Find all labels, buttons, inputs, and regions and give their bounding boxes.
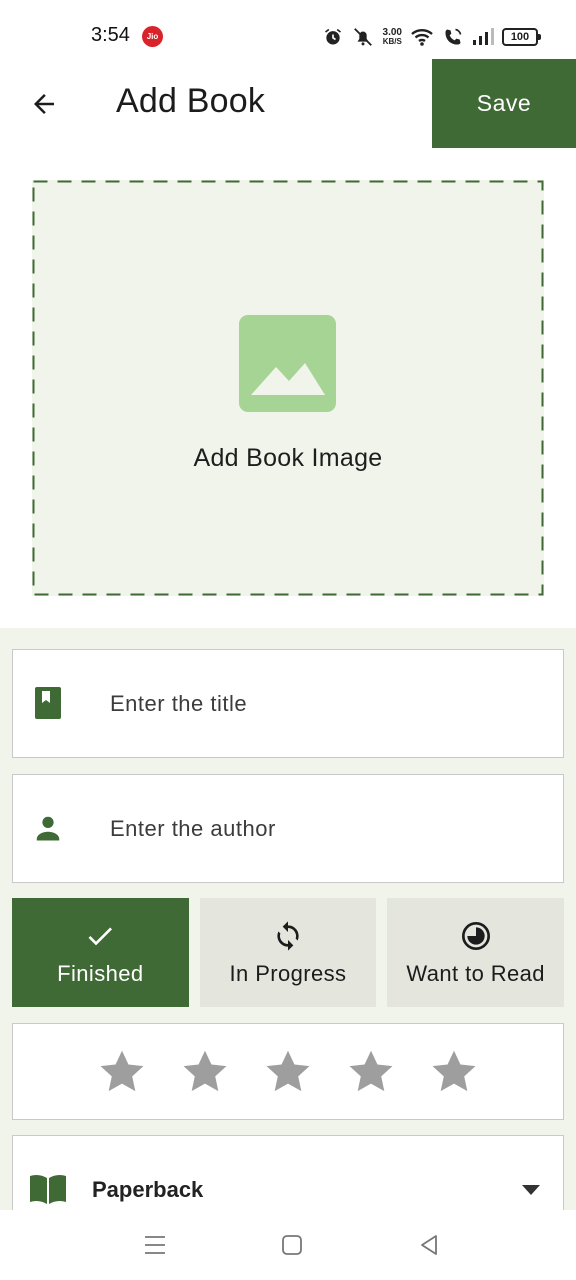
star-icon[interactable] — [180, 1047, 230, 1097]
add-book-image-label: Add Book Image — [193, 444, 383, 472]
system-nav-bar — [0, 1210, 576, 1280]
battery-icon: 100 — [502, 28, 541, 46]
mute-icon — [353, 28, 372, 46]
alarm-icon — [324, 28, 341, 45]
sync-icon — [271, 919, 305, 953]
chevron-down-icon — [522, 1185, 540, 1195]
back-nav-icon[interactable] — [416, 1232, 442, 1258]
bookmark-book-icon — [31, 686, 65, 720]
status-want-to-read-button[interactable]: Want to Read — [387, 898, 565, 1007]
save-button[interactable]: Save — [432, 59, 576, 148]
wifi-call-icon — [445, 28, 462, 45]
arrow-back-icon — [34, 94, 54, 114]
network-speed: 3.00 KB/S — [382, 27, 402, 47]
back-button[interactable] — [22, 82, 66, 126]
app-bar: Add Book Save — [0, 58, 576, 148]
star-rating — [12, 1023, 564, 1120]
book-form: Finished In Progress Want to Read — [0, 628, 576, 1245]
star-icon[interactable] — [97, 1047, 147, 1097]
open-book-icon — [30, 1174, 66, 1204]
add-book-image-picker[interactable]: Add Book Image — [32, 180, 544, 596]
page-title: Add Book — [116, 82, 266, 120]
status-finished-button[interactable]: Finished — [12, 898, 189, 1007]
format-selected-value: Paperback — [92, 1177, 204, 1202]
status-icons: 3.00 KB/S 100 — [323, 24, 541, 50]
status-want-to-read-label: Want to Read — [406, 960, 545, 986]
menu-nav-icon[interactable] — [142, 1232, 168, 1258]
star-icon[interactable] — [429, 1047, 479, 1097]
home-nav-icon[interactable] — [279, 1232, 305, 1258]
author-field[interactable] — [12, 774, 564, 883]
screen: 3:54 Jio 3.00KB/S 100 Add Book Save Add — [0, 0, 576, 1280]
image-placeholder-icon — [239, 315, 336, 412]
status-in-progress-label: In Progress — [229, 960, 347, 986]
carrier-badge: Jio — [142, 26, 163, 47]
title-input[interactable] — [110, 680, 540, 728]
reading-status-selector: Finished In Progress Want to Read — [12, 898, 565, 1007]
status-in-progress-button[interactable]: In Progress — [199, 898, 377, 1007]
star-icon[interactable] — [346, 1047, 396, 1097]
signal-icon — [473, 28, 494, 45]
status-bar: 3:54 Jio 3.00 KB/S 100 — [0, 0, 576, 58]
star-icon[interactable] — [263, 1047, 313, 1097]
status-time: 3:54 — [91, 24, 130, 46]
person-icon — [31, 811, 65, 845]
status-finished-label: Finished — [57, 960, 144, 986]
check-icon — [83, 919, 117, 953]
author-input[interactable] — [110, 805, 540, 853]
title-field[interactable] — [12, 649, 564, 758]
wifi-icon — [411, 29, 433, 46]
half-clock-icon — [459, 919, 493, 953]
